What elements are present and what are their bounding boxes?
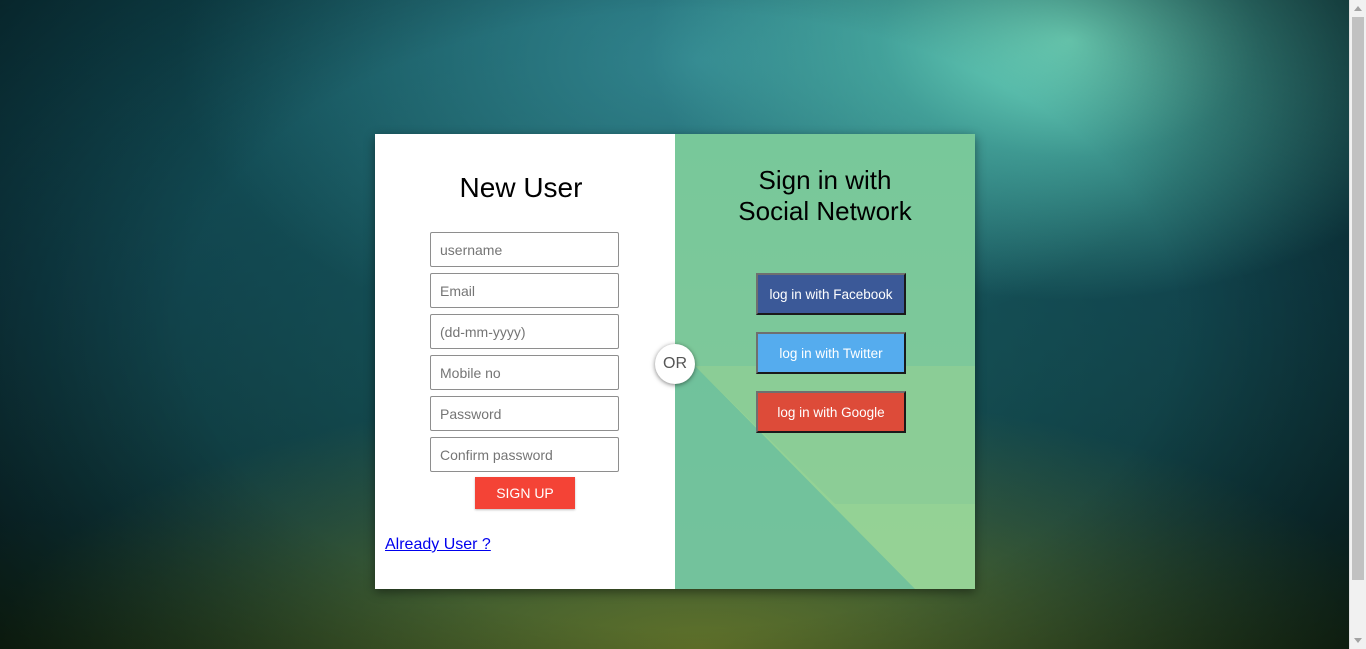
social-signin-panel: Sign in with Social Network log in with … [675, 134, 975, 589]
password-input[interactable] [430, 396, 619, 431]
email-input[interactable] [430, 273, 619, 308]
google-login-button[interactable]: log in with Google [756, 391, 906, 433]
dob-input[interactable] [430, 314, 619, 349]
username-input[interactable] [430, 232, 619, 267]
mobile-input[interactable] [430, 355, 619, 390]
confirm-password-input[interactable] [430, 437, 619, 472]
sign-up-button[interactable]: SIGN UP [475, 477, 575, 509]
new-user-panel: New User SIGN UP Already User ? [375, 134, 675, 589]
twitter-login-button[interactable]: log in with Twitter [756, 332, 906, 374]
scroll-thumb[interactable] [1352, 17, 1364, 580]
signup-card: New User SIGN UP Already User ? Sign in … [375, 134, 975, 589]
scroll-up-arrow-icon[interactable] [1354, 6, 1362, 11]
already-user-link[interactable]: Already User ? [385, 536, 491, 554]
scroll-down-arrow-icon[interactable] [1354, 638, 1362, 643]
or-divider-badge: OR [655, 344, 695, 384]
social-title: Sign in with Social Network [675, 165, 975, 227]
facebook-login-button[interactable]: log in with Facebook [756, 273, 906, 315]
new-user-title: New User [459, 172, 583, 203]
vertical-scrollbar[interactable] [1349, 0, 1366, 649]
social-title-line2: Social Network [738, 196, 912, 226]
social-title-line1: Sign in with [758, 165, 892, 195]
